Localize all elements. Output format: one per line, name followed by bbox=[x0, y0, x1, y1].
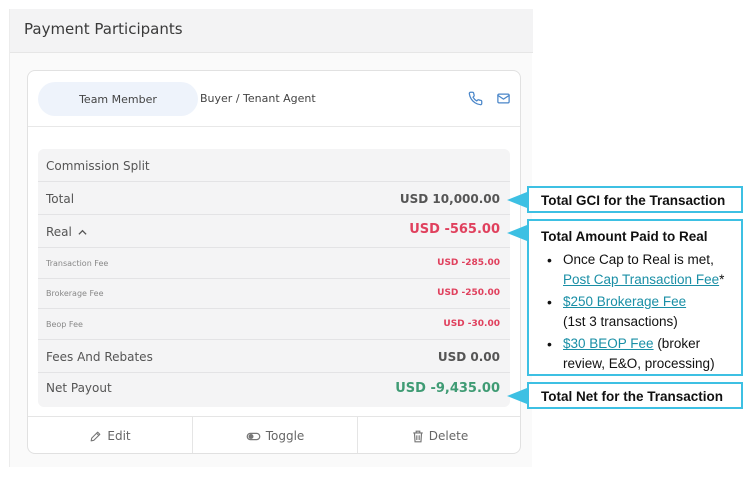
chevron-up-icon[interactable] bbox=[78, 228, 87, 237]
edit-button[interactable]: Edit bbox=[28, 417, 193, 453]
fees-and-rebates-label: Fees And Rebates bbox=[46, 350, 153, 364]
transaction-fee-label: Transaction Fee bbox=[46, 259, 109, 268]
real-fee-list: Once Cap to Real is met,Post Cap Transac… bbox=[541, 250, 731, 374]
commission-split-table: Commission Split Total USD 10,000.00 Rea… bbox=[38, 149, 510, 407]
real-callout-title: Total Amount Paid to Real bbox=[541, 229, 708, 244]
commission-split-label: Commission Split bbox=[46, 159, 150, 173]
total-row: Total USD 10,000.00 bbox=[38, 182, 510, 215]
net-callout-text: Total Net for the Transaction bbox=[541, 389, 724, 404]
toggle-button[interactable]: Toggle bbox=[193, 417, 358, 453]
gci-callout: Total GCI for the Transaction bbox=[527, 186, 743, 213]
toggle-label: Toggle bbox=[265, 429, 305, 443]
total-value: USD 10,000.00 bbox=[399, 192, 500, 206]
beop-fee-link[interactable]: $30 BEOP Fee bbox=[563, 336, 654, 351]
fees-and-rebates-row: Fees And Rebates USD 0.00 bbox=[38, 340, 510, 373]
fees-and-rebates-value: USD 0.00 bbox=[437, 350, 500, 364]
net-payout-label: Net Payout bbox=[46, 381, 112, 395]
transaction-fee-value: USD -285.00 bbox=[437, 258, 500, 268]
delete-button[interactable]: Delete bbox=[358, 417, 520, 453]
post-cap-fee-link[interactable]: Post Cap Transaction Fee bbox=[563, 272, 719, 287]
pencil-icon bbox=[91, 431, 101, 441]
net-payout-value: USD -9,435.00 bbox=[395, 381, 500, 396]
panel-header: Payment Participants bbox=[10, 9, 533, 53]
total-label: Total bbox=[46, 192, 75, 206]
real-fee-item-brokerage: $250 Brokerage Fee(1st 3 transactions) bbox=[541, 292, 731, 332]
brokerage-fee-label: Brokerage Fee bbox=[46, 289, 104, 298]
phone-icon[interactable] bbox=[466, 89, 484, 107]
action-bar: Edit Toggle Delete bbox=[28, 416, 520, 453]
mail-icon[interactable] bbox=[494, 89, 512, 107]
real-row[interactable]: Real USD -565.00 bbox=[38, 215, 510, 248]
gci-callout-text: Total GCI for the Transaction bbox=[541, 193, 726, 208]
real-arrow bbox=[507, 225, 527, 241]
real-label: Real bbox=[46, 225, 87, 239]
real-value: USD -565.00 bbox=[409, 222, 500, 237]
beop-fee-value: USD -30.00 bbox=[443, 319, 500, 329]
net-arrow bbox=[507, 388, 527, 404]
eye-icon bbox=[246, 432, 261, 440]
delete-label: Delete bbox=[428, 429, 469, 443]
real-fee-item-beop: $30 BEOP Fee (broker review, E&O, proces… bbox=[541, 334, 731, 374]
team-member-badge: Team Member bbox=[38, 82, 198, 116]
real-callout: Total Amount Paid to Real Once Cap to Re… bbox=[527, 219, 743, 376]
brokerage-fee-row: Brokerage Fee USD -250.00 bbox=[38, 279, 510, 309]
trash-icon bbox=[413, 430, 423, 442]
brokerage-fee-link[interactable]: $250 Brokerage Fee bbox=[563, 294, 686, 309]
participant-role: Buyer / Tenant Agent bbox=[200, 92, 316, 105]
beop-fee-row: Beop Fee USD -30.00 bbox=[38, 309, 510, 340]
member-row: Team Member Buyer / Tenant Agent bbox=[28, 71, 520, 127]
transaction-fee-row: Transaction Fee USD -285.00 bbox=[38, 248, 510, 279]
participant-card: Team Member Buyer / Tenant Agent Commiss… bbox=[27, 70, 521, 454]
net-callout: Total Net for the Transaction bbox=[527, 382, 743, 409]
gci-arrow bbox=[507, 192, 527, 208]
commission-split-header: Commission Split bbox=[38, 149, 510, 182]
beop-fee-label: Beop Fee bbox=[46, 320, 83, 329]
net-payout-row: Net Payout USD -9,435.00 bbox=[38, 373, 510, 407]
real-fee-item-post-cap: Once Cap to Real is met,Post Cap Transac… bbox=[541, 250, 731, 290]
panel-title: Payment Participants bbox=[24, 20, 183, 38]
brokerage-fee-value: USD -250.00 bbox=[437, 288, 500, 298]
edit-label: Edit bbox=[107, 429, 131, 443]
